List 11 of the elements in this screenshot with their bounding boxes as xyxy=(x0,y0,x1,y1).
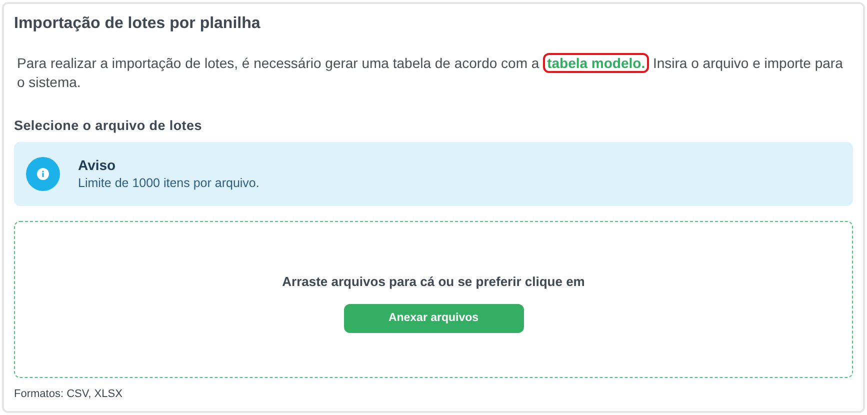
section-heading: Selecione o arquivo de lotes xyxy=(14,117,203,135)
file-dropzone[interactable]: Arraste arquivos para cá ou se preferir clique em Anexar arquivos xyxy=(14,221,853,378)
alert-title: Aviso xyxy=(78,156,117,174)
dropzone-prompt: Arraste arquivos para cá ou se preferir clique em xyxy=(282,273,585,292)
attach-files-button[interactable]: Anexar arquivos xyxy=(344,304,524,333)
page-title: Importação de lotes por planilha xyxy=(14,14,262,34)
template-link[interactable]: tabela modelo. xyxy=(543,53,650,73)
formats-note: Formatos: CSV, XLSX xyxy=(14,387,124,402)
info-icon xyxy=(26,157,60,192)
intro-paragraph: Para realizar a importação de lotes, é necessário gerar uma tabela de acordo com a tabela modelo. Insira o arquivo e importe para o sistema. xyxy=(17,54,844,92)
alert-message: Limite de 1000 itens por arquivo. xyxy=(78,175,260,192)
